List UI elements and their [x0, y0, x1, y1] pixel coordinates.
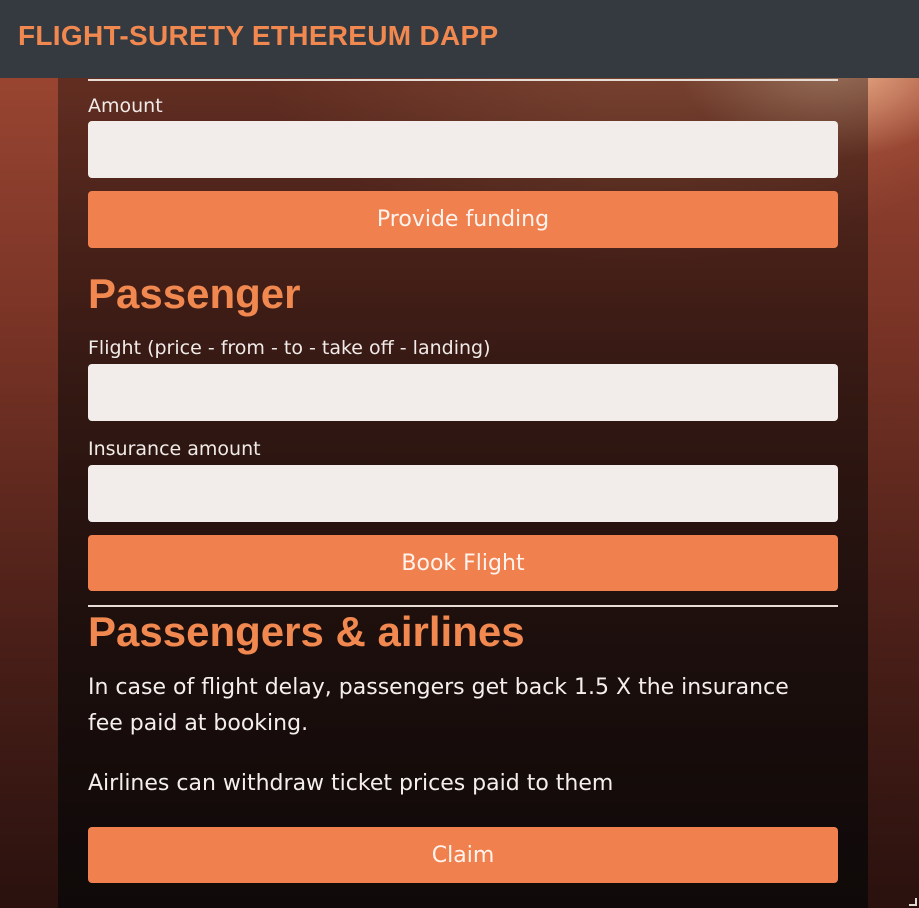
- withdraw-info-text: Airlines can withdraw ticket prices paid…: [88, 771, 614, 796]
- provide-funding-button[interactable]: Provide funding: [88, 191, 838, 248]
- delay-info-text: In case of flight delay, passengers get …: [88, 675, 789, 736]
- flight-label: Flight (price - from - to - take off - l…: [88, 337, 491, 359]
- amount-input[interactable]: [88, 121, 838, 178]
- passenger-heading: Passenger: [88, 270, 301, 317]
- insurance-amount-label: Insurance amount: [88, 438, 261, 460]
- section-divider: [88, 79, 838, 81]
- navbar: FLIGHT-SURETY ETHEREUM DAPP: [0, 0, 919, 78]
- book-flight-button[interactable]: Book Flight: [88, 535, 838, 591]
- resize-handle-icon[interactable]: [909, 898, 917, 906]
- insurance-amount-input[interactable]: [88, 465, 838, 522]
- brand-title[interactable]: FLIGHT-SURETY ETHEREUM DAPP: [18, 20, 499, 52]
- section-divider: [88, 605, 838, 607]
- amount-label: Amount: [88, 95, 163, 117]
- claim-button[interactable]: Claim: [88, 827, 838, 883]
- flight-input[interactable]: [88, 364, 838, 421]
- passengers-airlines-heading: Passengers & airlines: [88, 608, 525, 655]
